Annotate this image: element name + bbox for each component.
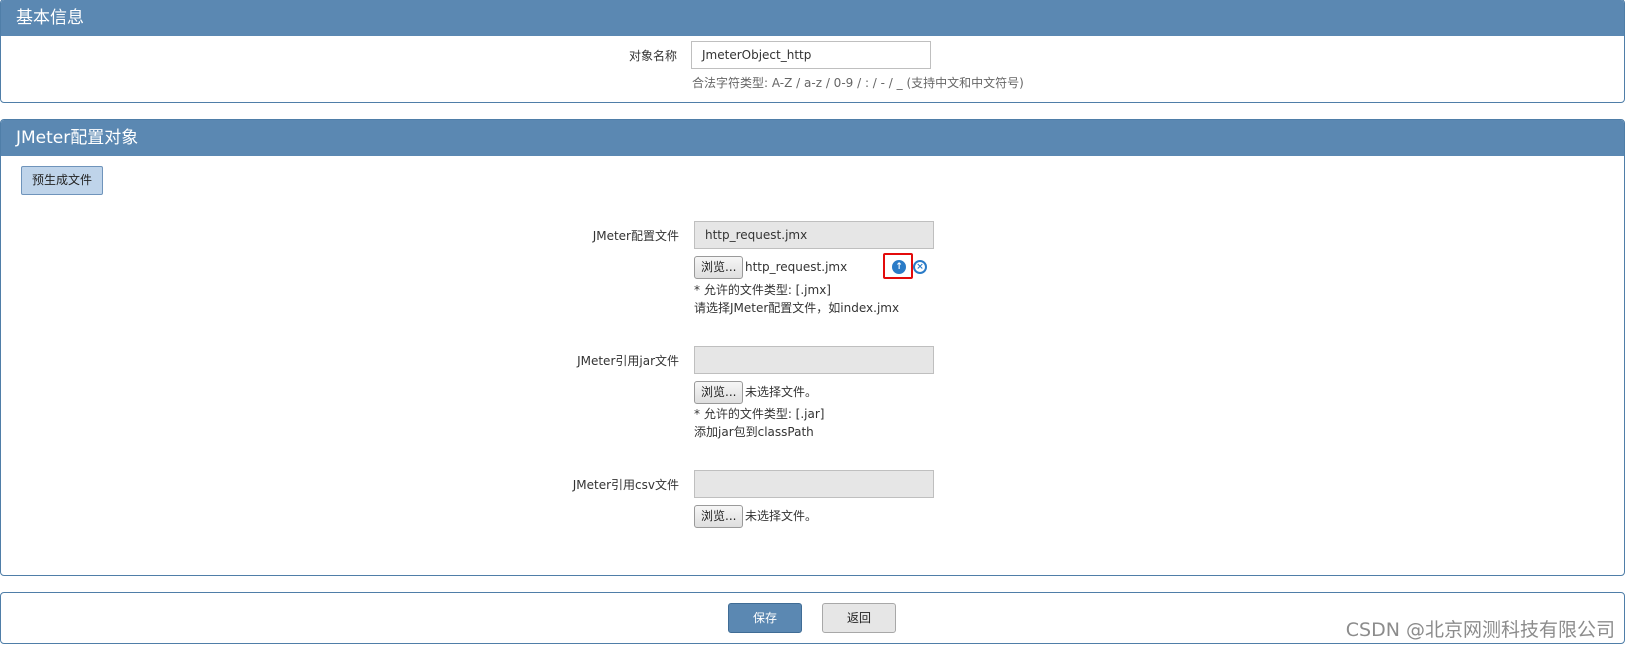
- config-file-label: JMeter配置文件: [592, 229, 679, 243]
- jmeter-config-panel: JMeter配置对象 预生成文件 JMeter配置文件 http_request…: [0, 119, 1625, 576]
- object-name-input[interactable]: JmeterObject_http: [691, 41, 931, 69]
- csv-file-label: JMeter引用csv文件: [572, 478, 679, 492]
- config-file-selected-name: http_request.jmx: [745, 260, 848, 274]
- jmeter-config-header: JMeter配置对象: [1, 120, 1624, 156]
- config-file-browse-button[interactable]: 浏览...: [694, 256, 744, 279]
- csv-file-display: [694, 470, 934, 498]
- pregenerate-file-button[interactable]: 预生成文件: [21, 166, 103, 195]
- basic-info-panel: 基本信息 对象名称 JmeterObject_http 合法字符类型: A-Z …: [0, 0, 1625, 103]
- upload-circle-icon[interactable]: ↑: [892, 260, 906, 274]
- object-name-label: 对象名称: [628, 49, 677, 63]
- jar-file-allowed-types: * 允许的文件类型: [.jar]: [694, 407, 825, 421]
- jar-file-display: [694, 346, 934, 374]
- config-file-help: 请选择JMeter配置文件，如index.jmx: [694, 301, 900, 315]
- remove-circle-icon[interactable]: ×: [913, 260, 927, 274]
- jar-file-browse-button[interactable]: 浏览...: [694, 381, 744, 404]
- csv-file-browse-button[interactable]: 浏览...: [694, 505, 744, 528]
- basic-info-header: 基本信息: [1, 0, 1624, 36]
- config-file-allowed-types: * 允许的文件类型: [.jmx]: [694, 283, 831, 297]
- config-file-display: http_request.jmx: [694, 221, 934, 249]
- jar-file-label: JMeter引用jar文件: [577, 354, 679, 368]
- csv-file-selected-name: 未选择文件。: [745, 509, 818, 523]
- jar-file-selected-name: 未选择文件。: [745, 385, 818, 399]
- object-name-hint: 合法字符类型: A-Z / a-z / 0-9 / : / - / _ (支持中…: [692, 76, 1024, 90]
- back-button[interactable]: 返回: [822, 603, 896, 633]
- jar-file-help: 添加jar包到classPath: [694, 425, 814, 439]
- watermark-text: CSDN @北京网测科技有限公司: [1345, 619, 1615, 641]
- save-button[interactable]: 保存: [728, 603, 802, 633]
